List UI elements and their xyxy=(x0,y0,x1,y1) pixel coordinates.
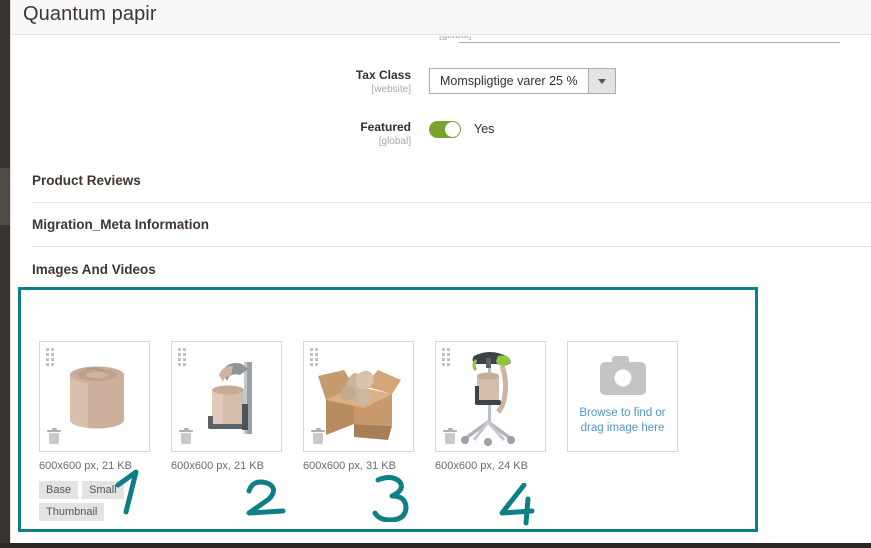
tax-class-label-text: Tax Class xyxy=(355,68,411,82)
drag-handle-icon[interactable] xyxy=(442,348,450,366)
sidebar-active-indicator xyxy=(0,168,10,225)
uploader-text: Browse to find or drag image here xyxy=(579,406,665,436)
section-migration-meta-information[interactable]: Migration_Meta Information xyxy=(32,217,871,232)
gallery-item-caption: 600x600 px, 21 KB xyxy=(39,460,132,472)
section-product-reviews[interactable]: Product Reviews xyxy=(32,173,871,188)
scrolled-field-input[interactable] xyxy=(459,42,840,43)
gallery-item-caption: 600x600 px, 21 KB xyxy=(171,460,264,472)
gallery-item-caption: 600x600 px, 31 KB xyxy=(303,460,396,472)
featured-label-text: Featured xyxy=(360,120,411,134)
featured-label: Featured [global] xyxy=(269,120,429,148)
featured-scope: [global] xyxy=(378,136,411,147)
uploader-text-line1: Browse to find or xyxy=(579,406,666,419)
gallery-item-roles: Base Small Thumbnail xyxy=(39,481,159,521)
uploader-text-line2: drag image here xyxy=(580,421,665,434)
gallery-thumbnail[interactable] xyxy=(435,341,546,452)
image-uploader-dropzone[interactable]: Browse to find or drag image here xyxy=(567,341,678,452)
drag-handle-icon[interactable] xyxy=(46,348,54,366)
featured-row: Featured [global] Yes xyxy=(269,120,494,148)
app-root: Quantum papir [global] Tax Class [websit… xyxy=(0,0,871,548)
role-badge-thumbnail: Thumbnail xyxy=(39,503,105,521)
section-images-and-videos[interactable]: Images And Videos xyxy=(32,262,871,277)
tax-class-row: Tax Class [website] Momspligtige varer 2… xyxy=(269,68,616,96)
camera-lens xyxy=(614,369,631,387)
trash-icon[interactable] xyxy=(443,428,457,444)
role-badge-base: Base xyxy=(39,481,79,499)
section-divider-1 xyxy=(32,202,871,203)
gallery-item-caption: 600x600 px, 24 KB xyxy=(435,460,528,472)
page-header: Quantum papir xyxy=(11,0,871,35)
trash-icon[interactable] xyxy=(47,428,61,444)
gallery-thumbnail[interactable] xyxy=(303,341,414,452)
page-title: Quantum papir xyxy=(23,3,157,25)
chevron-down-icon[interactable] xyxy=(587,69,615,93)
chevron-down-glyph xyxy=(597,78,606,84)
featured-toggle-knob xyxy=(445,122,460,137)
gallery-uploader-item[interactable]: Browse to find or drag image here xyxy=(567,341,678,521)
sidebar-divider xyxy=(10,0,11,548)
scrolled-field-row: [global] xyxy=(269,36,869,48)
gallery-item[interactable]: 600x600 px, 31 KB xyxy=(303,341,414,521)
bottom-edge-strip xyxy=(0,543,871,548)
media-gallery-row: 600x600 px, 21 KB Base Small Thumbnail 6… xyxy=(39,341,678,521)
gallery-item[interactable]: 600x600 px, 24 KB xyxy=(435,341,546,521)
tax-class-selected-value: Momspligtige varer 25 % xyxy=(440,74,578,88)
media-gallery: 600x600 px, 21 KB Base Small Thumbnail 6… xyxy=(39,341,759,548)
role-badge-small: Small xyxy=(82,481,124,499)
gallery-item[interactable]: 600x600 px, 21 KB xyxy=(171,341,282,521)
camera-icon xyxy=(599,355,646,395)
admin-sidebar-rail[interactable] xyxy=(0,0,10,548)
section-divider-2 xyxy=(32,246,871,247)
drag-handle-icon[interactable] xyxy=(178,348,186,366)
gallery-item[interactable]: 600x600 px, 21 KB Base Small Thumbnail xyxy=(39,341,150,521)
tax-class-select[interactable]: Momspligtige varer 25 % xyxy=(429,68,616,94)
trash-icon[interactable] xyxy=(179,428,193,444)
tax-class-label: Tax Class [website] xyxy=(269,68,429,96)
trash-icon[interactable] xyxy=(311,428,325,444)
scrolled-field-scope: [global] xyxy=(439,36,471,41)
page-content: [global] Tax Class [website] Momspligtig… xyxy=(11,36,871,548)
gallery-thumbnail[interactable] xyxy=(171,341,282,452)
featured-toggle-value: Yes xyxy=(474,122,495,136)
gallery-thumbnail[interactable] xyxy=(39,341,150,452)
tax-class-scope: [website] xyxy=(371,84,411,95)
drag-handle-icon[interactable] xyxy=(310,348,318,366)
featured-toggle[interactable] xyxy=(429,121,461,138)
